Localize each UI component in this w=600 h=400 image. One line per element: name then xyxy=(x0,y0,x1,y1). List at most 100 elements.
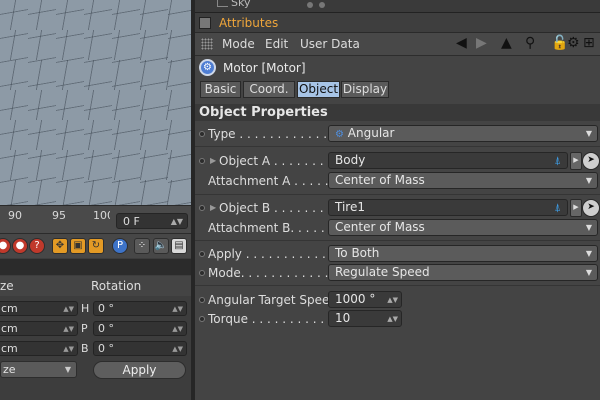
render-dot-icon[interactable] xyxy=(319,2,325,8)
ruler-tick: 90 xyxy=(8,209,22,222)
tab-object[interactable]: Object xyxy=(297,81,340,98)
autokey-icon[interactable]: ? xyxy=(29,238,45,254)
rotate-key-icon[interactable]: ↻ xyxy=(88,238,104,254)
stepper-icon[interactable]: ▲▼ xyxy=(172,303,183,316)
search-icon[interactable]: ⚲ xyxy=(525,35,535,51)
type-dropdown[interactable]: ⚙ Angular ▼ xyxy=(328,125,598,142)
animation-dot-icon[interactable] xyxy=(199,316,205,322)
menu-edit[interactable]: Edit xyxy=(265,37,288,51)
tab-basic[interactable]: Basic xyxy=(200,81,241,98)
animation-dot-icon[interactable] xyxy=(199,131,205,137)
rotation-value: 0 ° xyxy=(98,322,114,335)
property-apply: Apply . . . . . . . . . . . . . . To Bot… xyxy=(195,244,600,264)
3d-viewport[interactable] xyxy=(0,0,191,205)
rotation-column-header: Rotation xyxy=(91,279,142,293)
menu-mode[interactable]: Mode xyxy=(222,37,255,51)
attachment-b-dropdown[interactable]: Center of Mass ▼ xyxy=(328,219,598,236)
link-menu-icon[interactable]: ▶ xyxy=(570,199,582,217)
angular-target-speed-field[interactable]: 1000 ° ▲▼ xyxy=(328,291,402,308)
size-mode-dropdown[interactable]: ze ▼ xyxy=(0,361,77,378)
visibility-dot-icon[interactable] xyxy=(307,2,313,8)
attributes-menubar: Mode Edit User Data ◀ ▶ ▲ ⚲ 🔓 ⚙ ⊞ xyxy=(195,33,600,56)
torque-field[interactable]: 10 ▲▼ xyxy=(328,310,402,327)
coordinates-header: ze Rotation xyxy=(0,276,191,296)
object-a-value: Body xyxy=(335,153,366,167)
torque-value: 10 xyxy=(335,311,351,325)
tab-coord[interactable]: Coord. xyxy=(243,81,295,98)
size-z-field[interactable]: cm ▲▼ xyxy=(0,341,78,356)
rotation-p-field[interactable]: 0 ° ▲▼ xyxy=(93,321,187,336)
back-arrow-icon[interactable]: ◀ xyxy=(456,35,467,51)
apply-dropdown[interactable]: To Both ▼ xyxy=(328,245,598,262)
chevron-down-icon: ▼ xyxy=(585,129,592,138)
pick-icon[interactable]: ⍋ xyxy=(554,200,561,215)
forward-arrow-icon[interactable]: ▶ xyxy=(476,35,487,51)
link-buttons: ▶ ➤ xyxy=(570,199,600,217)
object-a-link-field[interactable]: Body ⍋ xyxy=(328,152,568,169)
attachment-a-dropdown[interactable]: Center of Mass ▼ xyxy=(328,172,598,189)
apply-button[interactable]: Apply xyxy=(93,361,186,379)
object-manager-strip: Sky xyxy=(195,0,600,13)
up-arrow-icon[interactable]: ▲ xyxy=(501,35,512,51)
apply-value: To Both xyxy=(335,246,380,260)
stepper-icon[interactable]: ▲▼ xyxy=(63,303,74,316)
mode-dropdown[interactable]: Regulate Speed ▼ xyxy=(328,264,598,281)
stepper-icon[interactable]: ▲▼ xyxy=(172,343,183,356)
settings-icon[interactable]: ⚙ xyxy=(567,35,580,51)
size-y-field[interactable]: cm ▲▼ xyxy=(0,321,78,336)
chevron-down-icon: ▼ xyxy=(585,176,592,185)
object-item-label[interactable]: Sky xyxy=(231,0,250,9)
angular-target-speed-value: 1000 ° xyxy=(335,292,376,306)
chevron-down-icon: ▼ xyxy=(585,223,592,232)
rotation-value: 0 ° xyxy=(98,342,114,355)
point-level-icon[interactable]: ⁘ xyxy=(134,238,150,254)
ruler-tick: 95 xyxy=(52,209,66,222)
animation-dot-icon[interactable] xyxy=(199,205,205,211)
lock-icon[interactable]: 🔓 xyxy=(551,35,568,51)
animation-dot-icon[interactable] xyxy=(199,251,205,257)
divider xyxy=(195,285,600,286)
stepper-icon[interactable]: ▲▼ xyxy=(387,312,398,327)
record-icon[interactable]: ● xyxy=(0,238,11,254)
timeline-ruler[interactable]: 90 95 100 0 F ▲▼ xyxy=(0,205,191,234)
pick-icon[interactable]: ⍋ xyxy=(554,153,561,168)
property-label: Torque . . . . . . . . . . . . . xyxy=(208,312,348,326)
scale-key-icon[interactable]: ▣ xyxy=(70,238,86,254)
expand-triangle-icon[interactable]: ▶ xyxy=(210,203,216,212)
grip-icon[interactable] xyxy=(201,38,213,50)
sound-icon[interactable]: 🔈 xyxy=(153,238,169,254)
schematic-icon[interactable]: ▤ xyxy=(171,238,187,254)
new-panel-icon[interactable]: ⊞ xyxy=(583,35,595,51)
expand-triangle-icon[interactable]: ▶ xyxy=(210,156,216,165)
object-header: ⚙ Motor [Motor] xyxy=(195,56,600,80)
size-value: cm xyxy=(1,342,18,355)
menu-user-data[interactable]: User Data xyxy=(300,37,360,51)
stepper-icon[interactable]: ▲▼ xyxy=(171,214,183,230)
rotation-h-field[interactable]: 0 ° ▲▼ xyxy=(93,301,187,316)
size-x-field[interactable]: cm ▲▼ xyxy=(0,301,78,316)
stepper-icon[interactable]: ▲▼ xyxy=(172,323,183,336)
stepper-icon[interactable]: ▲▼ xyxy=(63,343,74,356)
chevron-down-icon: ▼ xyxy=(585,249,592,258)
coordinates-title-bar xyxy=(0,259,191,275)
motor-icon: ⚙ xyxy=(199,59,216,76)
pick-cursor-icon[interactable]: ➤ xyxy=(582,199,600,217)
animation-dot-icon[interactable] xyxy=(199,158,205,164)
coordinate-row-h: cm ▲▼ H 0 ° ▲▼ xyxy=(0,299,191,319)
panel-menu-icon[interactable] xyxy=(199,17,211,29)
object-b-link-field[interactable]: Tire1 ⍋ xyxy=(328,199,568,216)
animation-dot-icon[interactable] xyxy=(199,297,205,303)
rotation-b-field[interactable]: 0 ° ▲▼ xyxy=(93,341,187,356)
coordinate-row-p: cm ▲▼ P 0 ° ▲▼ xyxy=(0,319,191,339)
link-menu-icon[interactable]: ▶ xyxy=(570,152,582,170)
animation-dot-icon[interactable] xyxy=(199,270,205,276)
record-active-icon[interactable]: ● xyxy=(12,238,28,254)
parameter-key-icon[interactable]: P xyxy=(112,238,128,254)
move-key-icon[interactable]: ✥ xyxy=(52,238,68,254)
stepper-icon[interactable]: ▲▼ xyxy=(63,323,74,336)
tab-display[interactable]: Display xyxy=(341,81,389,98)
section-title: Object Properties xyxy=(199,105,328,120)
pick-cursor-icon[interactable]: ➤ xyxy=(582,152,600,170)
current-frame-field[interactable]: 0 F ▲▼ xyxy=(116,213,188,229)
stepper-icon[interactable]: ▲▼ xyxy=(387,293,398,308)
